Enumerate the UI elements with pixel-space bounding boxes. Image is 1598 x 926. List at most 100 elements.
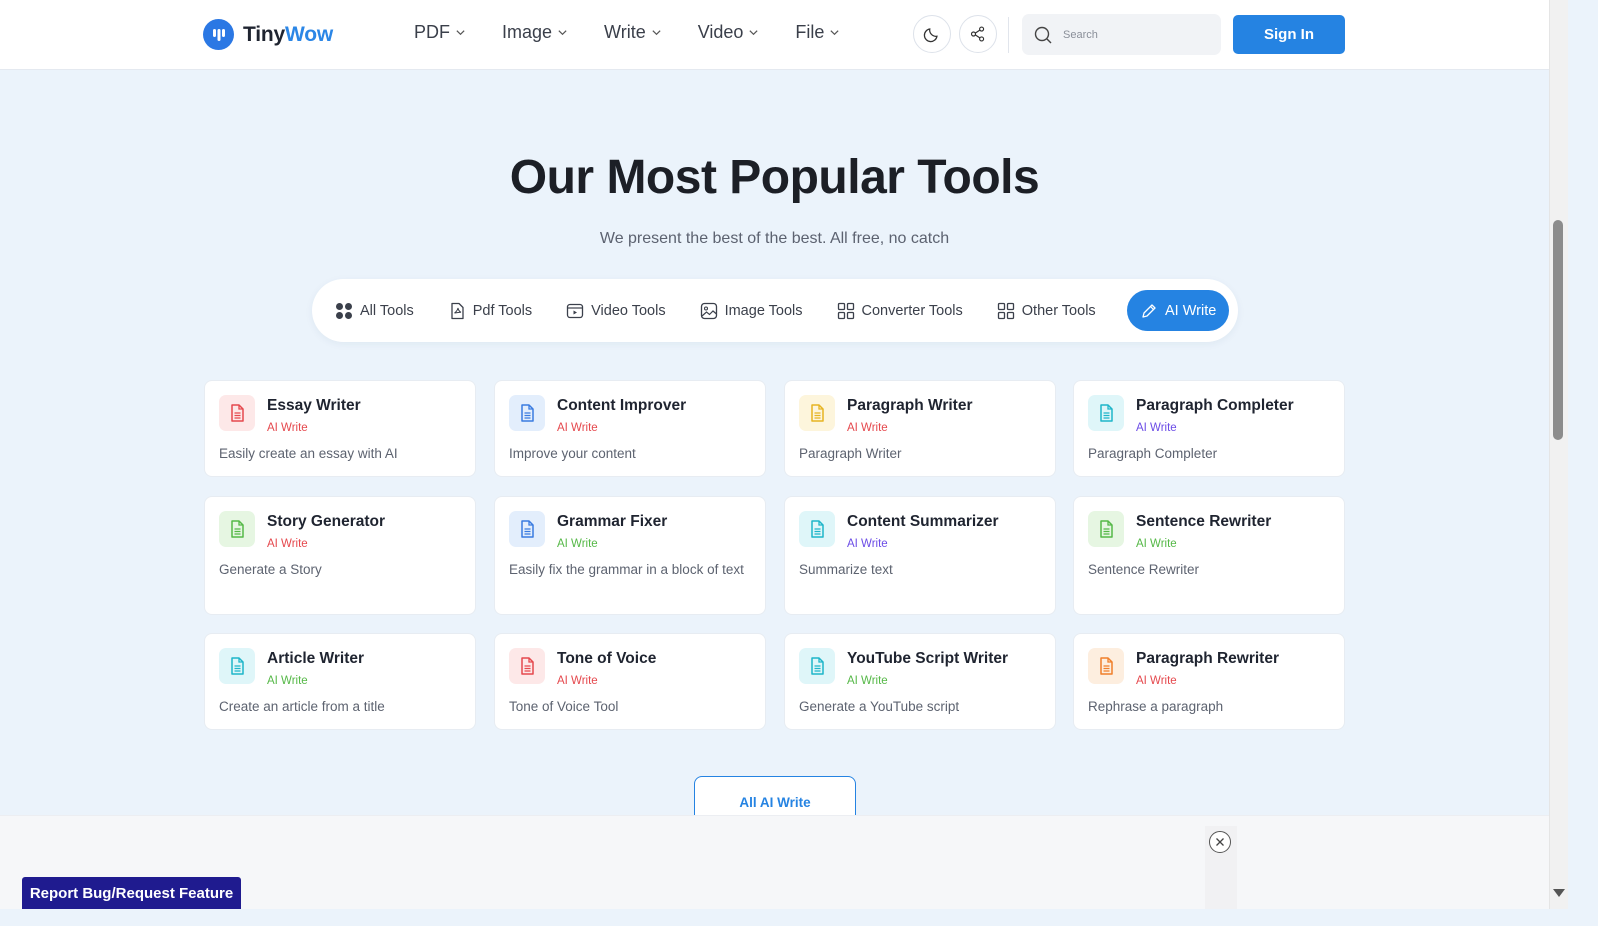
tool-card-category: AI Write — [847, 422, 888, 434]
tool-card-icon-wrap — [799, 511, 835, 547]
tool-card-icon-wrap — [1088, 511, 1124, 547]
tool-card-description: Paragraph Writer — [799, 446, 902, 461]
tool-card-icon-wrap — [1088, 648, 1124, 684]
nav-write[interactable]: Write — [604, 22, 662, 43]
nav-file-label: File — [795, 22, 825, 42]
document-icon — [231, 657, 244, 675]
tab-ai-write[interactable]: AI Write — [1127, 290, 1230, 331]
nav-pdf[interactable]: PDF — [414, 22, 466, 43]
tool-card-description: Generate a YouTube script — [799, 699, 960, 714]
tool-card-description: Easily create an essay with AI — [219, 446, 398, 461]
document-icon — [1100, 520, 1113, 538]
chevron-down-icon — [558, 30, 567, 36]
tool-card[interactable]: Content Improver AI Write Improve your con… — [494, 380, 766, 477]
document-icon — [1100, 404, 1113, 422]
tool-card[interactable]: YouTube Script Writer AI Write Generate a … — [784, 633, 1056, 730]
tool-card-description: Rephrase a paragraph — [1088, 699, 1224, 714]
search-box[interactable] — [1022, 14, 1221, 55]
tab-image-tools-label: Image Tools — [724, 302, 803, 319]
scroll-down-arrow-icon[interactable] — [1553, 889, 1565, 897]
nav-video-label: Video — [697, 22, 744, 42]
document-icon — [231, 404, 244, 422]
tab-all-tools[interactable]: All Tools — [335, 291, 414, 331]
tool-card[interactable]: Paragraph Rewriter AI Write Rephrase a par… — [1073, 633, 1345, 730]
chevron-down-icon — [652, 30, 661, 36]
tool-card-description: Create an article from a title — [219, 699, 385, 714]
tool-card-icon-wrap — [219, 511, 255, 547]
dark-mode-button[interactable] — [913, 15, 951, 53]
search-icon — [1034, 26, 1052, 43]
all-ai-write-button[interactable]: All AI Write — [694, 776, 856, 820]
tab-ai-write-label: AI Write — [1165, 302, 1217, 319]
nav-file[interactable]: File — [795, 22, 840, 43]
tab-other-tools-label: Other Tools — [1021, 302, 1096, 319]
tab-converter-tools[interactable]: Converter Tools — [837, 291, 963, 331]
logo[interactable]: TinyWow — [203, 19, 333, 50]
tool-card-description: Sentence Rewriter — [1088, 562, 1200, 577]
tool-card-description: Easily fix the grammar in a block of tex… — [509, 562, 744, 577]
logo-icon — [203, 19, 234, 50]
tool-card-category: AI Write — [267, 422, 308, 434]
tab-pdf-tools[interactable]: Pdf Tools — [448, 291, 532, 331]
tool-card-description: Tone of Voice Tool — [509, 699, 619, 714]
tool-card-description: Generate a Story — [219, 562, 322, 577]
tool-card-icon-wrap — [799, 648, 835, 684]
chevron-down-icon — [830, 30, 840, 36]
document-icon — [811, 404, 824, 422]
pencil-icon — [1142, 303, 1156, 318]
converter-grid-icon — [837, 302, 854, 319]
tool-card[interactable]: Essay Writer AI Write Easily create an ess… — [204, 380, 476, 477]
scrollbar-track[interactable] — [1549, 0, 1568, 909]
tab-all-tools-label: All Tools — [360, 302, 414, 319]
nav-write-label: Write — [604, 22, 646, 42]
grid-dots-icon — [336, 302, 352, 319]
scrollbar-thumb[interactable] — [1553, 220, 1563, 440]
share-button[interactable] — [959, 15, 997, 53]
report-bug-button[interactable]: Report Bug/Request Feature — [22, 877, 241, 909]
moon-icon — [923, 28, 938, 43]
other-grid-icon — [997, 302, 1014, 319]
tool-card-category: AI Write — [1136, 538, 1177, 550]
tool-card-title: Tone of Voice — [557, 650, 657, 667]
tool-card[interactable]: Paragraph Completer AI Write Paragraph Com… — [1073, 380, 1345, 477]
tool-card[interactable]: Article Writer AI Write Create an article … — [204, 633, 476, 730]
tool-card-category: AI Write — [1136, 675, 1177, 687]
document-icon — [811, 657, 824, 675]
tool-card[interactable]: Grammar Fixer AI Write Easily fix the gram… — [494, 496, 766, 615]
tool-card-description: Paragraph Completer — [1088, 446, 1218, 461]
sign-in-button[interactable]: Sign In — [1233, 15, 1345, 54]
tool-card[interactable]: Content Summarizer AI Write Summarize text — [784, 496, 1056, 615]
share-icon — [970, 26, 985, 42]
tool-card[interactable]: Sentence Rewriter AI Write Sentence Rewrit… — [1073, 496, 1345, 615]
tab-image-tools[interactable]: Image Tools — [700, 291, 803, 331]
nav-video[interactable]: Video — [698, 22, 760, 43]
tool-card-category: AI Write — [267, 538, 308, 550]
tab-video-tools-label: Video Tools — [591, 302, 666, 319]
ad-close-button[interactable] — [1209, 831, 1231, 853]
page-title: Our Most Popular Tools — [509, 151, 1040, 204]
tool-card[interactable]: Story Generator AI Write Generate a Story — [204, 496, 476, 615]
tool-card[interactable]: Tone of Voice AI Write Tone of Voice Tool — [494, 633, 766, 730]
tool-category-tabs: All Tools Pdf Tools Video Tools Image To… — [312, 279, 1238, 342]
tool-card-title: Paragraph Writer — [847, 397, 973, 414]
tab-video-tools[interactable]: Video Tools — [566, 291, 666, 331]
tool-card-title: Content Summarizer — [847, 513, 999, 530]
chevron-down-icon — [749, 30, 759, 36]
nav-pdf-label: PDF — [414, 22, 450, 42]
document-icon — [521, 520, 534, 538]
tool-card-category: AI Write — [1136, 422, 1177, 434]
document-icon — [521, 404, 534, 422]
tool-card-title: Story Generator — [267, 513, 386, 530]
tool-card-icon-wrap — [509, 511, 545, 547]
tool-card-category: AI Write — [557, 538, 598, 550]
nav-image[interactable]: Image — [502, 22, 568, 43]
document-icon — [521, 657, 534, 675]
tool-card-title: YouTube Script Writer — [847, 650, 1009, 667]
tool-card-icon-wrap — [219, 648, 255, 684]
tool-card[interactable]: Paragraph Writer AI Write Paragraph Writer — [784, 380, 1056, 477]
tool-card-icon-wrap — [219, 395, 255, 431]
close-icon — [1216, 838, 1224, 846]
search-input[interactable] — [1063, 28, 1203, 41]
tab-other-tools[interactable]: Other Tools — [997, 291, 1096, 331]
logo-text: TinyWow — [243, 23, 333, 47]
